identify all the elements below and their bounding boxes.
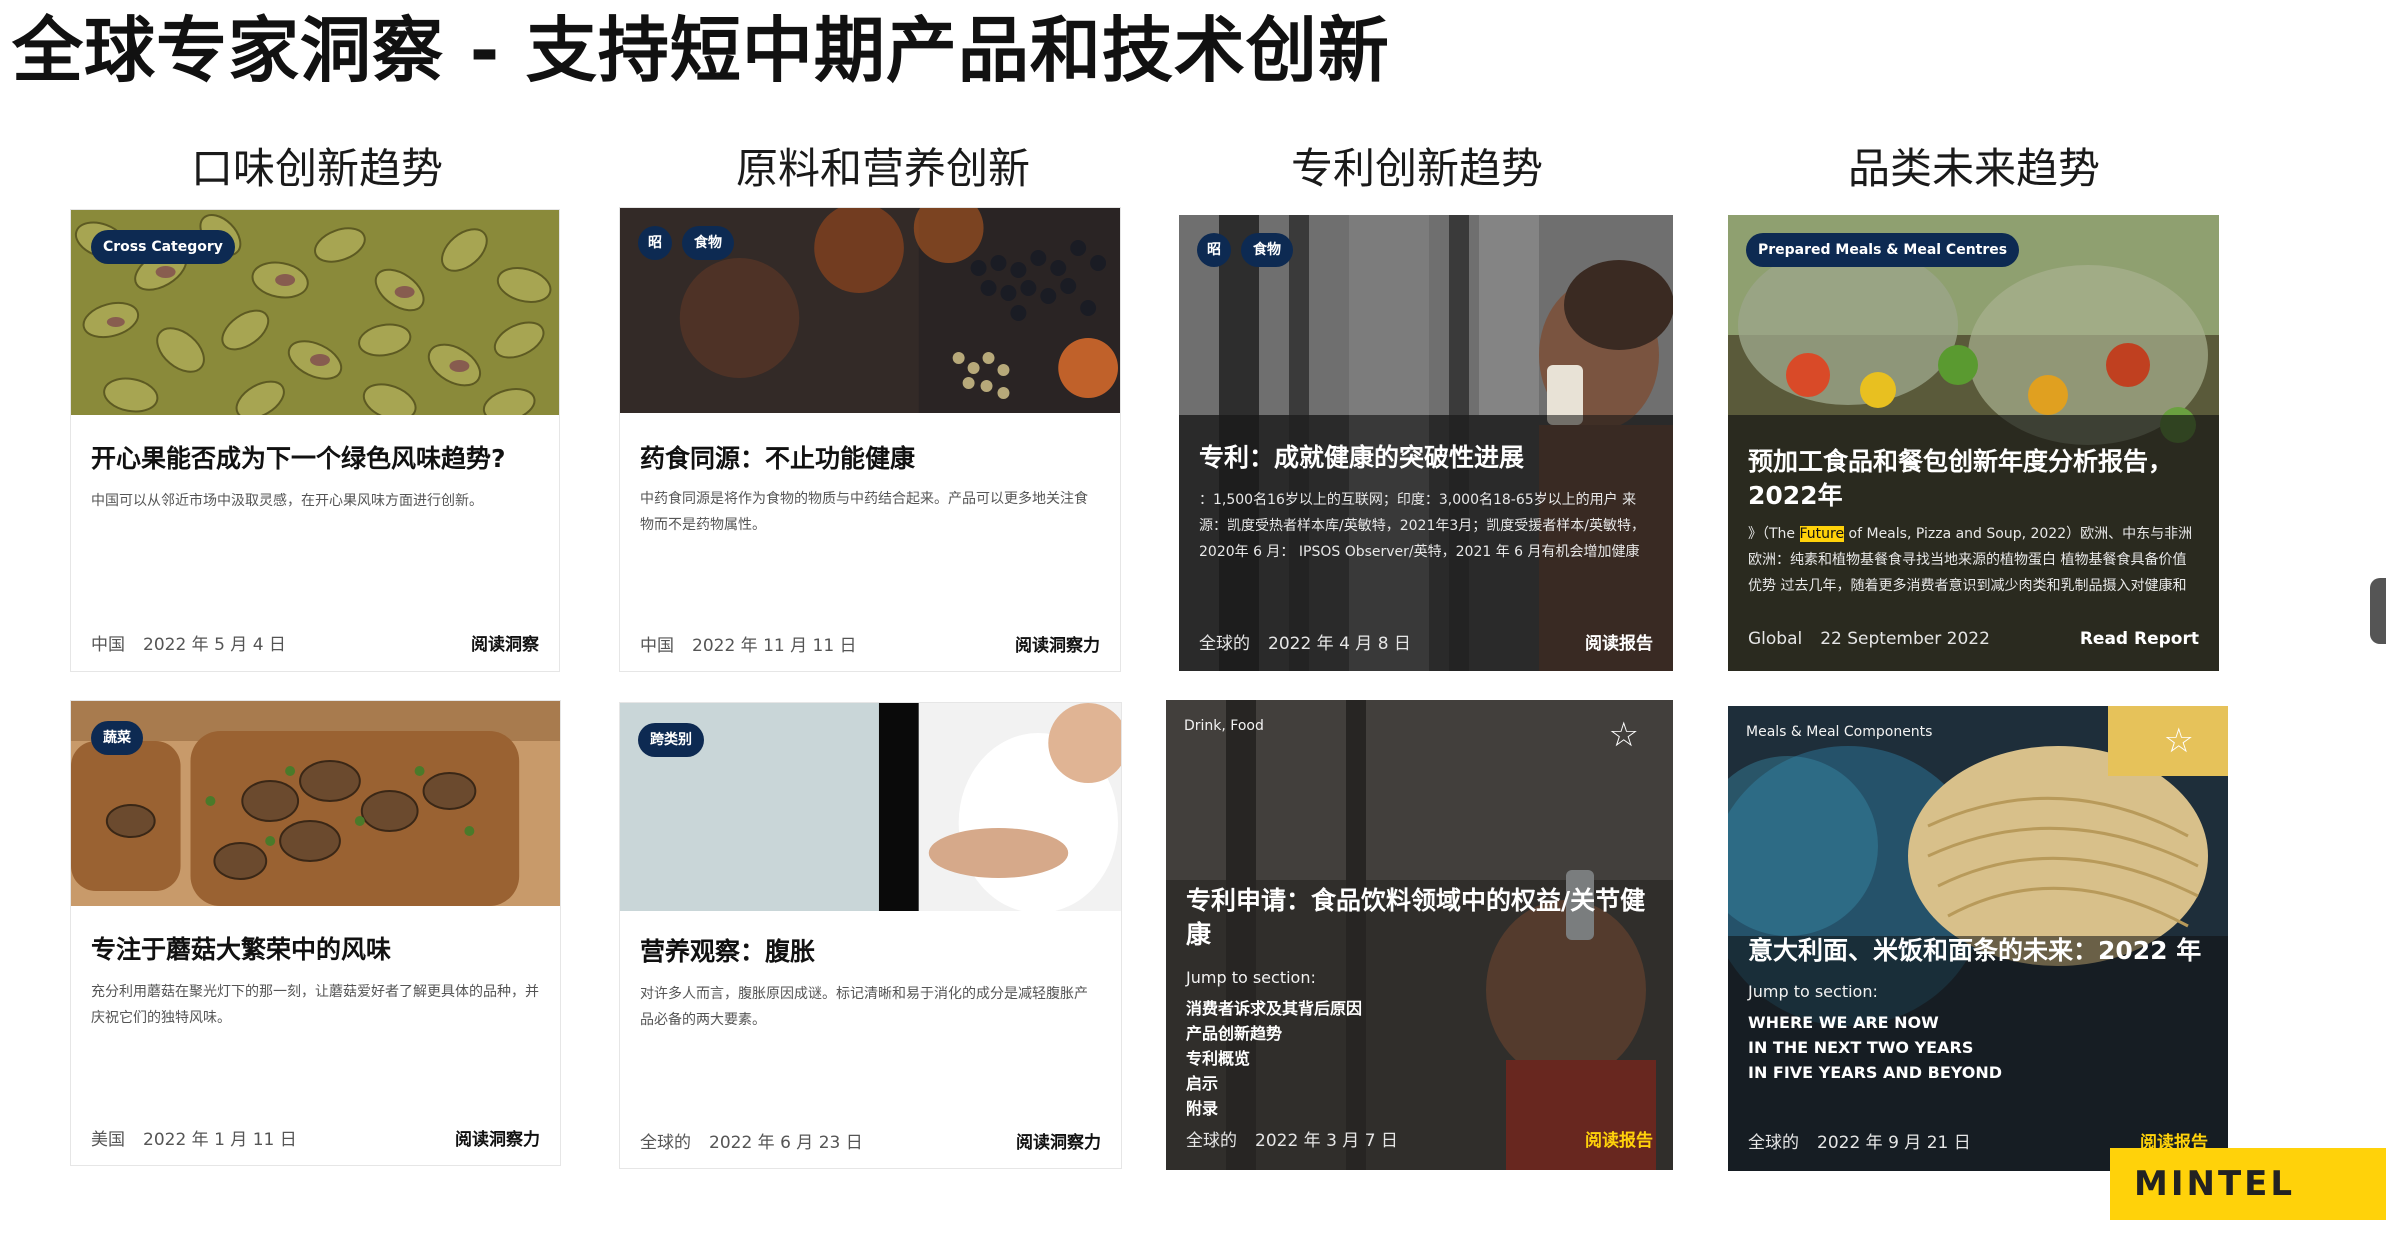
region-label: 全球的 bbox=[1199, 634, 1250, 654]
date-label: 2022 年 6 月 23 日 bbox=[709, 1133, 863, 1153]
section-link[interactable]: 启示 bbox=[1186, 1071, 1362, 1096]
insight-card-bloating[interactable]: 跨类别 营养观察：腹胀 对许多人而言，腹胀原因成谜。标记清晰和易于消化的成分是减… bbox=[619, 702, 1122, 1169]
category-label: Drink, Food bbox=[1184, 718, 1264, 734]
card-meta: 全球的 2022 年 4 月 8 日 bbox=[1199, 629, 1411, 654]
category-label: Meals & Meal Components bbox=[1746, 724, 1933, 740]
category-tag[interactable]: 跨类别 bbox=[638, 723, 704, 757]
region-label: 全球的 bbox=[640, 1133, 691, 1153]
category-tag[interactable]: 食物 bbox=[1241, 233, 1293, 267]
side-panel-handle[interactable] bbox=[2370, 578, 2386, 644]
read-insight-link[interactable]: 阅读洞察力 bbox=[455, 1125, 540, 1150]
insight-card-medicine-food[interactable]: 昭 食物 药食同源：不止功能健康 中药食同源是将作为食物的物质与中药结合起来。产… bbox=[619, 207, 1121, 672]
section-link-list: 消费者诉求及其背后原因 产品创新趋势 专利概览 启示 附录 bbox=[1186, 996, 1362, 1121]
card-description: 充分利用蘑菇在聚光灯下的那一刻，让蘑菇爱好者了解更具体的品种，并庆祝它们的独特风… bbox=[91, 984, 539, 1026]
date-label: 2022 年 4 月 8 日 bbox=[1268, 634, 1411, 654]
section-link[interactable]: IN FIVE YEARS AND BEYOND bbox=[1748, 1060, 2002, 1085]
card-meta: 全球的 2022 年 3 月 7 日 bbox=[1186, 1126, 1398, 1151]
date-label: 22 September 2022 bbox=[1820, 629, 1990, 649]
category-tag[interactable]: 蔬菜 bbox=[91, 721, 143, 755]
jump-to-section-label: Jump to section: bbox=[1186, 968, 1316, 987]
mushroom-toast-image bbox=[71, 701, 560, 906]
star-outline-icon[interactable]: ☆ bbox=[2164, 724, 2194, 758]
read-report-link[interactable]: Read Report bbox=[2080, 629, 2199, 649]
category-tag[interactable]: Prepared Meals & Meal Centres bbox=[1746, 233, 2020, 267]
region-label: 全球的 bbox=[1186, 1131, 1237, 1151]
page-title: 全球专家洞察 - 支持短中期产品和技术创新 bbox=[12, 9, 1390, 92]
category-tag[interactable]: Cross Category bbox=[91, 230, 235, 264]
star-outline-icon[interactable]: ☆ bbox=[1609, 718, 1639, 752]
card-description: ：1,500名16岁以上的互联网；印度：3,000名18-65岁以上的用户 来源… bbox=[1199, 492, 1645, 560]
report-card-noodles[interactable]: Meals & Meal Components ☆ 意大利面、米饭和面条的未来：… bbox=[1728, 706, 2228, 1171]
insight-card-pistachio[interactable]: Cross Category 开心果能否成为下一个绿色风味趋势? 中国可以从邻近… bbox=[70, 209, 560, 672]
section-link[interactable]: 消费者诉求及其背后原因 bbox=[1186, 996, 1362, 1021]
card-title[interactable]: 开心果能否成为下一个绿色风味趋势? bbox=[91, 442, 539, 476]
read-report-link[interactable]: 阅读报告 bbox=[1585, 629, 1653, 654]
column-title-ingredients: 原料和营养创新 bbox=[735, 144, 1030, 193]
card-meta: 美国 2022 年 1 月 11 日 bbox=[91, 1125, 297, 1150]
card-description: 中国可以从邻近市场中汲取灵感，在开心果风味方面进行创新。 bbox=[91, 493, 483, 509]
date-label: 2022 年 9 月 21 日 bbox=[1817, 1133, 1971, 1153]
card-title[interactable]: 预加工食品和餐包创新年度分析报告，2022年 bbox=[1748, 445, 2199, 513]
search-highlight: Future bbox=[1799, 526, 1845, 542]
card-title[interactable]: 意大利面、米饭和面条的未来：2022 年 bbox=[1748, 934, 2208, 968]
region-label: 中国 bbox=[640, 636, 674, 656]
card-meta: Global 22 September 2022 bbox=[1748, 629, 1990, 649]
category-tag[interactable]: 食物 bbox=[682, 226, 734, 260]
region-label: 中国 bbox=[91, 635, 125, 655]
section-link[interactable]: WHERE WE ARE NOW bbox=[1748, 1010, 2002, 1035]
date-label: 2022 年 3 月 7 日 bbox=[1255, 1131, 1398, 1151]
section-link[interactable]: 专利概览 bbox=[1186, 1046, 1362, 1071]
card-title[interactable]: 营养观察：腹胀 bbox=[640, 935, 1101, 969]
column-title-patents: 专利创新趋势 bbox=[1290, 144, 1543, 193]
date-label: 2022 年 5 月 4 日 bbox=[143, 635, 286, 655]
card-title[interactable]: 专注于蘑菇大繁荣中的风味 bbox=[91, 933, 540, 967]
category-tag[interactable]: 昭 bbox=[1197, 233, 1231, 267]
region-label: 美国 bbox=[91, 1130, 125, 1150]
card-meta: 全球的 2022 年 9 月 21 日 bbox=[1748, 1128, 1971, 1153]
region-label: 全球的 bbox=[1748, 1133, 1799, 1153]
mintel-logo: MINTEL bbox=[2110, 1148, 2386, 1220]
read-insight-link[interactable]: 阅读洞察 bbox=[471, 630, 539, 655]
date-label: 2022 年 1 月 11 日 bbox=[143, 1130, 297, 1150]
read-insight-link[interactable]: 阅读洞察力 bbox=[1016, 1128, 1101, 1153]
region-label: Global bbox=[1748, 629, 1803, 649]
report-card-patent-claims[interactable]: Drink, Food ☆ 专利申请：食品饮料领域中的权益/关节健康 Jump … bbox=[1166, 700, 1673, 1170]
card-meta: 全球的 2022 年 6 月 23 日 bbox=[640, 1128, 863, 1153]
date-label: 2022 年 11 月 11 日 bbox=[692, 636, 857, 656]
read-insight-link[interactable]: 阅读洞察力 bbox=[1015, 631, 1100, 656]
card-description: 对许多人而言，腹胀原因成谜。标记清晰和易于消化的成分是减轻腹胀产品必备的两大要素… bbox=[640, 986, 1088, 1028]
meal-jars-image bbox=[1728, 215, 2219, 671]
card-meta: 中国 2022 年 5 月 4 日 bbox=[91, 630, 286, 655]
card-title[interactable]: 专利申请：食品饮料领域中的权益/关节健康 bbox=[1186, 884, 1653, 952]
category-tag[interactable]: 昭 bbox=[638, 226, 672, 260]
column-title-category: 品类未来趋势 bbox=[1847, 144, 2100, 193]
card-title[interactable]: 专利：成就健康的突破性进展 bbox=[1199, 441, 1653, 475]
card-title[interactable]: 药食同源：不止功能健康 bbox=[640, 442, 1100, 476]
section-link[interactable]: 产品创新趋势 bbox=[1186, 1021, 1362, 1046]
insight-card-mushroom[interactable]: 蔬菜 专注于蘑菇大繁荣中的风味 充分利用蘑菇在聚光灯下的那一刻，让蘑菇爱好者了解… bbox=[70, 700, 561, 1166]
card-description: 中药食同源是将作为食物的物质与中药结合起来。产品可以更多地关注食物而不是药物属性… bbox=[640, 491, 1088, 533]
card-meta: 中国 2022 年 11 月 11 日 bbox=[640, 631, 857, 656]
read-report-link[interactable]: 阅读报告 bbox=[1585, 1126, 1653, 1151]
column-title-flavor: 口味创新趋势 bbox=[190, 144, 443, 193]
jump-to-section-label: Jump to section: bbox=[1748, 982, 1878, 1001]
section-link[interactable]: 附录 bbox=[1186, 1096, 1362, 1121]
report-card-patent-health[interactable]: 昭 食物 专利：成就健康的突破性进展 ：1,500名16岁以上的互联网；印度：3… bbox=[1179, 215, 1673, 671]
section-link-list: WHERE WE ARE NOW IN THE NEXT TWO YEARS I… bbox=[1748, 1010, 2002, 1085]
section-link[interactable]: IN THE NEXT TWO YEARS bbox=[1748, 1035, 2002, 1060]
card-description: 》（The Future of Meals, Pizza and Soup, 2… bbox=[1748, 526, 2193, 594]
report-card-prepared-meals[interactable]: Prepared Meals & Meal Centres 预加工食品和餐包创新… bbox=[1728, 215, 2219, 671]
